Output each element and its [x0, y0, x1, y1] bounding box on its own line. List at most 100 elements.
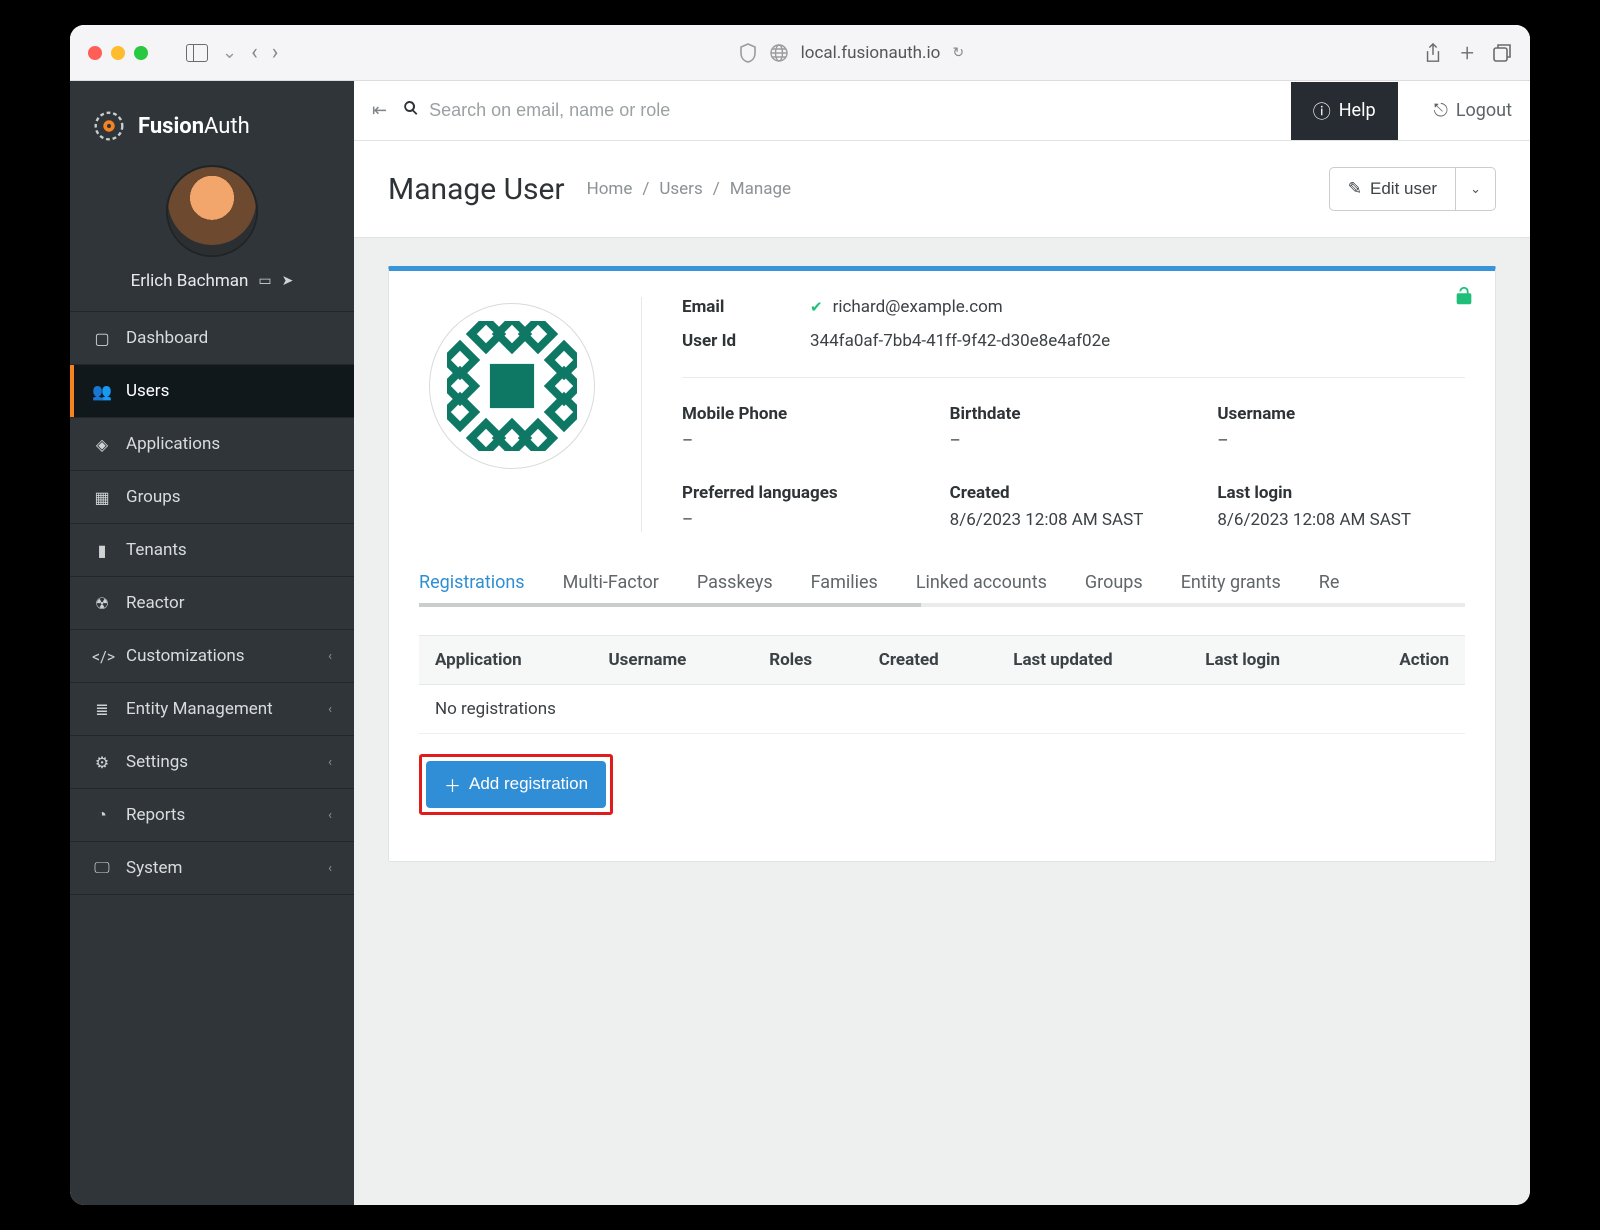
lastlogin-value: 8/6/2023 12:08 AM SAST — [1217, 509, 1465, 532]
zoom-window-icon[interactable] — [134, 46, 148, 60]
forward-icon[interactable]: › — [272, 40, 279, 65]
reload-icon[interactable]: ↻ — [952, 45, 964, 61]
user-identicon — [429, 303, 595, 469]
tabs: Registrations Multi-Factor Passkeys Fami… — [419, 572, 1465, 607]
send-icon[interactable]: ➤ — [282, 273, 294, 289]
id-card-icon[interactable]: ▭ — [258, 273, 271, 289]
edit-user-group: ✎Edit user ⌄ — [1329, 167, 1496, 211]
langs-label: Preferred languages — [682, 483, 930, 503]
avatar[interactable] — [166, 165, 258, 257]
tab-families[interactable]: Families — [811, 572, 878, 593]
brand: FusionAuth — [70, 81, 354, 151]
sidebar-item-label: Entity Management — [126, 699, 273, 719]
col-roles: Roles — [753, 635, 863, 684]
address-bar[interactable]: local.fusionauth.io — [801, 43, 941, 63]
sidebar-item-label: Reactor — [126, 593, 185, 613]
sidebar-item-label: Settings — [126, 752, 188, 772]
site-settings-icon[interactable] — [769, 43, 789, 63]
chevron-left-icon: ‹ — [328, 702, 332, 717]
minimize-window-icon[interactable] — [111, 46, 125, 60]
groups-icon: ▦ — [92, 488, 112, 507]
content: Email ✔richard@example.com User Id 344fa… — [354, 238, 1530, 890]
tab-groups[interactable]: Groups — [1085, 572, 1143, 593]
tab-linked-accounts[interactable]: Linked accounts — [916, 572, 1047, 593]
birthdate-label: Birthdate — [950, 404, 1198, 424]
browser-chrome: ⌄ ‹ › local.fusionauth.io ↻ + — [70, 25, 1530, 81]
edit-user-dropdown[interactable]: ⌄ — [1456, 167, 1496, 211]
sidebar-toggle-icon[interactable] — [186, 44, 208, 62]
app-shell: FusionAuth Erlich Bachman ▭ ➤ ▢Dashboard… — [70, 81, 1530, 1205]
search-icon — [403, 100, 419, 121]
sidebar-item-label: Customizations — [126, 646, 245, 666]
sidebar: FusionAuth Erlich Bachman ▭ ➤ ▢Dashboard… — [70, 81, 354, 1205]
sidebar-item-system[interactable]: 🖵 System ‹ — [70, 842, 354, 895]
brand-logo-icon — [90, 107, 128, 145]
highlight-annotation: ＋ Add registration — [419, 754, 613, 815]
sidebar-item-label: Users — [126, 381, 169, 401]
sidebar-item-groups[interactable]: ▦Groups — [70, 471, 354, 524]
mobile-label: Mobile Phone — [682, 404, 930, 424]
add-registration-button[interactable]: ＋ Add registration — [426, 761, 606, 808]
edit-user-button[interactable]: ✎Edit user — [1329, 167, 1456, 211]
collapse-sidebar-icon[interactable]: ⇤ — [372, 100, 387, 121]
col-last-updated: Last updated — [997, 635, 1189, 684]
user-card: Email ✔richard@example.com User Id 344fa… — [388, 266, 1496, 862]
topbar: ⇤ ⓘHelp ⎋Logout — [354, 81, 1530, 141]
crumb-users[interactable]: Users — [659, 179, 702, 199]
sidebar-item-dashboard[interactable]: ▢Dashboard — [70, 312, 354, 365]
page-title: Manage User — [388, 172, 565, 207]
created-label: Created — [950, 483, 1198, 503]
tab-registrations[interactable]: Registrations — [419, 572, 525, 593]
users-icon: 👥 — [92, 382, 112, 401]
sidebar-item-tenants[interactable]: ▮Tenants — [70, 524, 354, 577]
chevron-left-icon: ‹ — [328, 755, 332, 770]
back-icon[interactable]: ‹ — [251, 40, 258, 65]
col-application: Application — [419, 635, 592, 684]
search-input[interactable] — [429, 100, 1275, 121]
tabs-scrollbar[interactable] — [419, 603, 921, 607]
sidebar-item-reports[interactable]: ◔Reports‹ — [70, 789, 354, 842]
logout-label: Logout — [1456, 100, 1512, 121]
profile-block: Erlich Bachman ▭ ➤ — [70, 151, 354, 311]
username-value: – — [1217, 430, 1465, 453]
col-action: Action — [1346, 635, 1465, 684]
crumb-home[interactable]: Home — [587, 179, 633, 199]
system-icon: 🖵 — [92, 858, 112, 878]
tenants-icon: ▮ — [92, 541, 112, 560]
brand-name: FusionAuth — [138, 114, 250, 139]
unlock-icon[interactable] — [1453, 285, 1475, 313]
created-value: 8/6/2023 12:08 AM SAST — [950, 509, 1198, 532]
tab-more[interactable]: Re — [1319, 572, 1340, 593]
birthdate-value: – — [950, 430, 1198, 453]
help-button[interactable]: ⓘHelp — [1291, 82, 1398, 140]
close-window-icon[interactable] — [88, 46, 102, 60]
tab-entity-grants[interactable]: Entity grants — [1181, 572, 1281, 593]
chevron-left-icon: ‹ — [328, 808, 332, 823]
sidebar-item-applications[interactable]: ◈Applications — [70, 418, 354, 471]
table-row: No registrations — [419, 684, 1465, 733]
sidebar-item-customizations[interactable]: </>Customizations‹ — [70, 630, 354, 683]
sidebar-item-entity-management[interactable]: ≣Entity Management‹ — [70, 683, 354, 736]
col-last-login: Last login — [1189, 635, 1345, 684]
tab-multi-factor[interactable]: Multi-Factor — [563, 572, 659, 593]
sidebar-item-users[interactable]: 👥 Users — [70, 365, 354, 418]
mobile-value: – — [682, 430, 930, 453]
chevron-left-icon: ‹ — [328, 861, 332, 876]
share-icon[interactable] — [1424, 43, 1442, 63]
profile-name: Erlich Bachman — [131, 271, 249, 291]
chevron-down-icon[interactable]: ⌄ — [222, 42, 237, 63]
sidebar-item-settings[interactable]: ⚙Settings‹ — [70, 736, 354, 789]
new-tab-icon[interactable]: + — [1460, 39, 1474, 67]
logout-button[interactable]: ⎋Logout — [1414, 100, 1512, 121]
sidebar-item-label: System — [126, 858, 182, 878]
sidebar-item-label: Dashboard — [126, 328, 208, 348]
privacy-shield-icon[interactable] — [739, 43, 757, 63]
tabs-overview-icon[interactable] — [1492, 43, 1512, 63]
tab-passkeys[interactable]: Passkeys — [697, 572, 773, 593]
sidebar-item-reactor[interactable]: ☢Reactor — [70, 577, 354, 630]
chevron-left-icon: ‹ — [328, 649, 332, 664]
registrations-table: Application Username Roles Created Last … — [419, 635, 1465, 734]
email-value: richard@example.com — [833, 297, 1003, 317]
username-label: Username — [1217, 404, 1465, 424]
sidebar-nav: ▢Dashboard 👥Users ◈Applications ▦Groups … — [70, 311, 354, 895]
